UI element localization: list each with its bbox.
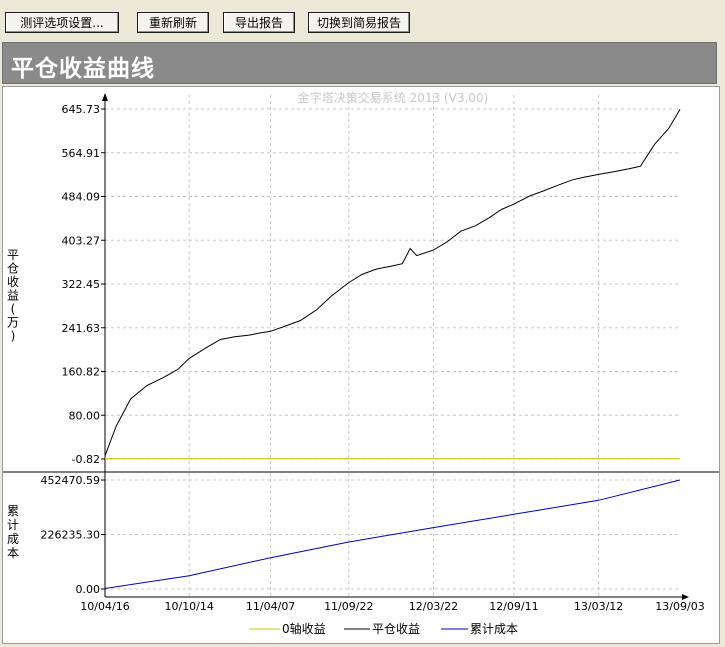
x-tick-label: 13/03/12 <box>574 600 623 613</box>
y-tick-label: 322.45 <box>62 278 101 291</box>
switch-simple-report-button[interactable]: 切换到简易报告 <box>308 12 410 33</box>
legend-label: 累计成本 <box>470 622 518 636</box>
page-title: 平仓收益曲线 <box>11 55 155 82</box>
y-tick-label: 80.00 <box>69 409 101 422</box>
y-tick-label: 226235.30 <box>41 529 101 542</box>
x-tick-label: 11/09/22 <box>324 600 373 613</box>
test-options-button[interactable]: 测评选项设置... <box>5 12 119 33</box>
y-tick-label: 452470.59 <box>41 474 101 487</box>
bottom-y-axis-label: 累计成本 <box>7 504 19 560</box>
legend-label: 0轴收益 <box>282 621 326 636</box>
y-tick-label: -0.82 <box>72 453 100 466</box>
x-tick-label: 12/03/22 <box>409 600 458 613</box>
title-bar: 平仓收益曲线 <box>2 42 717 84</box>
refresh-button[interactable]: 重新刷新 <box>137 12 209 33</box>
y-tick-label: 0.00 <box>76 583 101 596</box>
x-tick-label: 12/09/11 <box>489 600 538 613</box>
y-tick-label: 564.91 <box>62 147 101 160</box>
x-tick-label: 11/04/07 <box>246 600 295 613</box>
y-axis-arrow <box>102 93 108 101</box>
top-y-axis-label: 平仓收益(万) <box>7 248 19 343</box>
y-tick-label: 160.82 <box>62 366 101 379</box>
x-tick-label: 10/10/14 <box>164 600 213 613</box>
y-tick-label: 403.27 <box>62 234 101 247</box>
equity-line <box>104 109 681 456</box>
y-tick-label: 645.73 <box>62 103 101 116</box>
y-tick-label: 484.09 <box>62 191 101 204</box>
legend-label: 平仓收益 <box>372 622 420 636</box>
y-tick-label: 241.63 <box>62 322 101 335</box>
x-tick-label: 10/04/16 <box>80 600 129 613</box>
x-tick-label: 13/09/03 <box>655 600 704 613</box>
toolbar: 测评选项设置... 重新刷新 导出报告 切换到简易报告 <box>0 0 725 38</box>
export-report-button[interactable]: 导出报告 <box>223 12 295 33</box>
equity-chart: 金字塔决策交易系统 2013 (V3.00) 10/04/16 10/10/14 11… <box>3 90 719 636</box>
chart-frame: 金字塔决策交易系统 2013 (V3.00) 10/04/16 10/10/14 11… <box>2 86 720 644</box>
chart-watermark: 金字塔决策交易系统 2013 (V3.00) <box>298 90 488 105</box>
